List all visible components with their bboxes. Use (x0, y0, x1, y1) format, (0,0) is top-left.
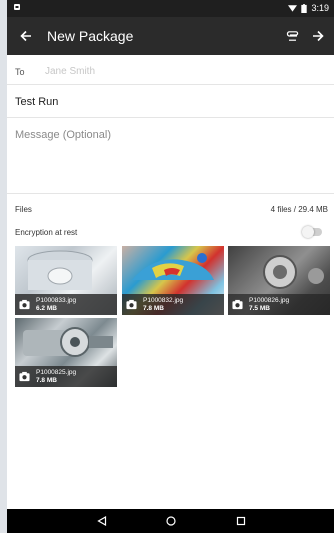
attachment-info-bar: P1000826.jpg 7.5 MB (228, 294, 330, 315)
to-field[interactable]: To Jane Smith (7, 55, 334, 85)
wifi-icon (288, 5, 298, 12)
send-button[interactable] (308, 26, 328, 46)
subject-field[interactable]: Test Run (7, 85, 334, 118)
to-recipient[interactable]: Jane Smith (45, 66, 95, 77)
message-placeholder: Message (Optional) (15, 129, 111, 141)
attachment-size: 6.2 MB (36, 305, 57, 312)
camera-icon (19, 371, 30, 382)
attachment-tile[interactable]: P1000833.jpg 6.2 MB (15, 246, 117, 315)
back-button[interactable] (15, 25, 37, 47)
camera-icon (126, 299, 137, 310)
attach-button[interactable] (282, 26, 302, 46)
subject-value: Test Run (15, 96, 59, 108)
nav-back-button[interactable] (95, 514, 109, 528)
attachment-name: P1000825.jpg (36, 369, 77, 376)
attachment-thumbnail (27, 250, 93, 290)
attachment-thumbnail (23, 327, 113, 357)
system-nav-bar (7, 509, 334, 533)
toggle-thumb (302, 226, 314, 238)
attachment-size: 7.8 MB (36, 377, 57, 384)
camera-icon (19, 299, 30, 310)
page-title: New Package (47, 28, 134, 44)
attachment-info-bar: P1000833.jpg 6.2 MB (15, 294, 117, 315)
to-label: To (15, 67, 25, 77)
status-bar: 3:19 (7, 0, 334, 17)
attachment-name: P1000833.jpg (36, 297, 77, 304)
arrow-right-icon (313, 30, 324, 42)
circle-home-icon (166, 516, 176, 526)
attachment-tile[interactable]: P1000825.jpg 7.8 MB (15, 318, 117, 387)
files-label: Files (15, 205, 32, 214)
files-header: Files 4 files / 29.4 MB (7, 194, 334, 220)
square-recents-icon (236, 516, 246, 526)
status-icons: 3:19 (288, 3, 329, 13)
battery-icon (301, 3, 308, 13)
attachment-tile[interactable]: P1000832.jpg 7.8 MB (122, 246, 224, 315)
attachment-thumbnail (228, 246, 330, 294)
attachment-info-bar: P1000825.jpg 7.8 MB (15, 366, 117, 387)
notification-icon (13, 3, 21, 13)
arrow-left-icon (20, 30, 31, 42)
attachment-tile[interactable]: P1000826.jpg 7.5 MB (228, 246, 330, 315)
attachment-info-bar: P1000832.jpg 7.8 MB (122, 294, 224, 315)
encryption-row: Encryption at rest (7, 220, 334, 244)
message-field[interactable]: Message (Optional) (7, 118, 334, 194)
attachment-size: 7.8 MB (143, 305, 164, 312)
attachment-name: P1000826.jpg (249, 297, 290, 304)
screen: 3:19 New Package To Jane Smith Test Run … (7, 0, 334, 533)
encryption-label: Encryption at rest (15, 228, 78, 237)
triangle-back-icon (97, 516, 107, 526)
attachment-thumbnail (132, 253, 214, 280)
attachment-size: 7.5 MB (249, 305, 270, 312)
camera-icon (232, 299, 243, 310)
encryption-toggle[interactable] (302, 226, 322, 238)
nav-home-button[interactable] (164, 514, 178, 528)
nav-recents-button[interactable] (234, 514, 248, 528)
files-count: 4 files / 29.4 MB (270, 205, 328, 214)
status-time: 3:19 (311, 3, 329, 13)
attachment-name: P1000832.jpg (143, 297, 184, 304)
paperclip-icon (286, 31, 299, 41)
app-bar: New Package (7, 17, 334, 55)
